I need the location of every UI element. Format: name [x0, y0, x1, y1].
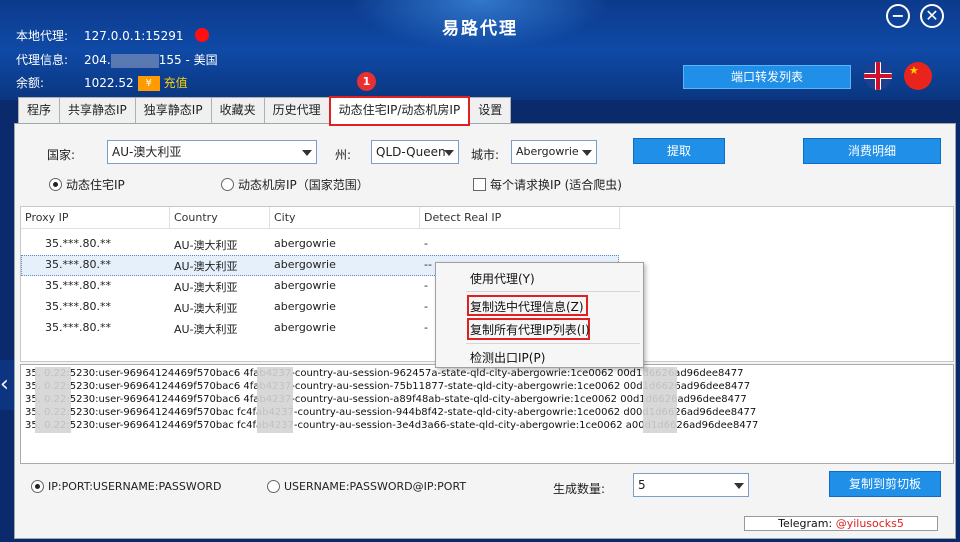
chevron-down-icon — [582, 150, 592, 156]
telegram-handle: @yilusocks5 — [835, 517, 904, 530]
format-option-user-pass-at-ip-port[interactable]: USERNAME:PASSWORD@IP:PORT — [267, 480, 466, 493]
status-dot-icon — [195, 28, 209, 42]
menu-item-use-proxy[interactable]: 使用代理(Y) — [470, 270, 535, 287]
consumption-detail-button[interactable]: 消费明细 — [803, 138, 941, 164]
chevron-down-icon — [302, 150, 312, 156]
col-proxy-ip[interactable]: Proxy IP — [21, 207, 170, 229]
collapse-arrow-icon[interactable]: ‹ — [0, 360, 14, 410]
local-proxy-label: 本地代理: — [16, 29, 69, 43]
output-line: 35. 0.22:5230:user-96964124469f570bac6 4… — [25, 381, 751, 392]
redaction-blur — [35, 367, 71, 433]
port-forward-button[interactable]: 端口转发列表 — [683, 65, 851, 89]
state-select[interactable]: QLD-Queen — [371, 140, 459, 164]
col-city[interactable]: City — [270, 207, 420, 229]
chevron-down-icon — [734, 483, 744, 489]
redaction-blur — [257, 367, 293, 433]
output-line: 35. 0.22:5230:user-96964124469f570bac fc… — [25, 407, 757, 418]
minimize-icon: − — [891, 6, 905, 25]
proxy-info-suffix: 155 - 美国 — [158, 53, 218, 67]
chevron-down-icon — [444, 150, 454, 156]
proxy-info-label: 代理信息: — [16, 53, 69, 67]
proxy-info-row: 代理信息: 204. 155 - 美国 — [16, 51, 218, 68]
tab-favorites[interactable]: 收藏夹 — [210, 97, 265, 123]
annotation-badge-1: 1 — [357, 72, 376, 91]
tab-dynamic-ip[interactable]: 动态住宅IP/动态机房IP — [328, 96, 471, 126]
menu-item-copy-selected[interactable]: 复制选中代理信息(Z) — [470, 298, 584, 315]
proxy-output-textarea[interactable]: 35. 0.22:5230:user-96964124469f570bac6 4… — [20, 364, 954, 464]
count-select[interactable]: 5 — [633, 473, 749, 497]
country-label: 国家: — [47, 148, 76, 162]
tab-program[interactable]: 程序 — [18, 97, 61, 123]
telegram-banner[interactable]: Telegram: @yilusocks5 — [744, 516, 938, 531]
app-title: 易路代理 — [442, 19, 518, 39]
state-label: 州: — [335, 148, 352, 162]
output-line: 35. 0.22:5230:user-96964124469f570bac6 4… — [25, 394, 747, 405]
copy-to-clipboard-button[interactable]: 复制到剪切板 — [829, 471, 941, 497]
country-select[interactable]: AU-澳大利亚 — [107, 140, 317, 164]
tab-settings[interactable]: 设置 — [469, 97, 512, 123]
recharge-link[interactable]: 充值 — [164, 76, 188, 90]
count-label: 生成数量: — [553, 482, 606, 496]
col-country[interactable]: Country — [170, 207, 270, 229]
col-detect-real-ip[interactable]: Detect Real IP — [420, 207, 620, 229]
context-menu: 使用代理(Y) 复制选中代理信息(Z) 复制所有代理IP列表(I) 检测出口IP… — [435, 262, 644, 368]
recharge-icon[interactable]: ¥ — [137, 76, 160, 91]
output-line: 35. 0.22:5230:user-96964124469f570bac fc… — [25, 420, 759, 431]
local-proxy-value: 127.0.0.1:15291 — [84, 29, 184, 43]
menu-item-copy-all[interactable]: 复制所有代理IP列表(I) — [470, 321, 590, 338]
ip-mask — [110, 53, 159, 68]
menu-item-check-exit-ip[interactable]: 检测出口IP(P) — [470, 349, 545, 366]
output-line: 35. 0.22:5230:user-96964124469f570bac6 4… — [25, 368, 744, 379]
close-button[interactable]: ✕ — [920, 4, 944, 28]
cn-flag-icon[interactable]: ★ — [904, 62, 932, 90]
format-option-ip-port-user-pass[interactable]: IP:PORT:USERNAME:PASSWORD — [31, 480, 222, 493]
close-icon: ✕ — [925, 6, 939, 25]
proxy-info-prefix: 204. — [84, 53, 111, 67]
tab-dedicated-static-ip[interactable]: 独享静态IP — [134, 97, 212, 123]
radio-datacenter[interactable]: 动态机房IP（国家范围） — [221, 176, 369, 193]
tab-shared-static-ip[interactable]: 共享静态IP — [59, 97, 136, 123]
balance-label: 余额: — [16, 76, 45, 90]
table-row[interactable]: 35.***.80.** AU-澳大利亚 abergowrie - — [21, 234, 619, 255]
table-header: Proxy IP Country City Detect Real IP — [21, 207, 621, 229]
minimize-button[interactable]: − — [886, 4, 910, 28]
extract-button[interactable]: 提取 — [633, 138, 725, 164]
balance-row: 余额: 1022.52 ¥ 充值 — [16, 74, 188, 91]
tab-history[interactable]: 历史代理 — [263, 97, 330, 123]
redaction-blur — [643, 367, 677, 433]
menu-separator — [466, 291, 640, 292]
balance-value: 1022.52 — [84, 76, 134, 90]
radio-residential[interactable]: 动态住宅IP — [49, 176, 125, 193]
city-label: 城市: — [471, 148, 500, 162]
menu-separator — [466, 343, 640, 344]
local-proxy-row: 本地代理: 127.0.0.1:15291 — [16, 27, 183, 44]
title-bar: 易路代理 − ✕ 本地代理: 127.0.0.1:15291 代理信息: 204. 1… — [0, 0, 960, 100]
city-select[interactable]: Abergowrie — [511, 140, 597, 164]
uk-flag-icon[interactable] — [864, 62, 892, 90]
main-tabs: 程序 共享静态IP 独享静态IP 收藏夹 历史代理 动态住宅IP/动态机房IP … — [18, 96, 512, 126]
rotate-ip-checkbox[interactable]: 每个请求换IP (适合爬虫) — [473, 176, 622, 193]
